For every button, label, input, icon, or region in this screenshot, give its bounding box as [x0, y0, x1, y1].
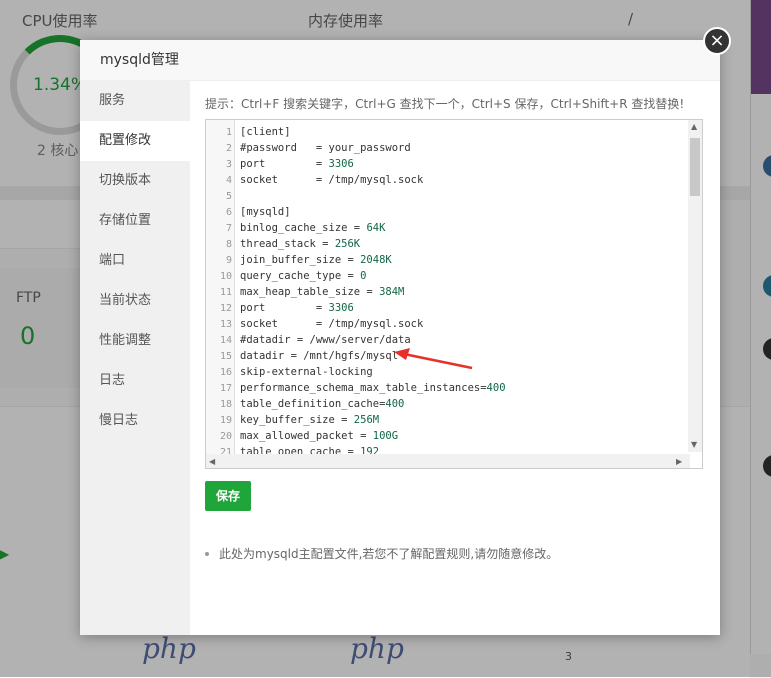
code-line[interactable]: 19 key_buffer_size = 256M	[206, 412, 686, 428]
code-text[interactable]: [client]	[240, 124, 291, 140]
code-line[interactable]: 3 port = 3306	[206, 156, 686, 172]
code-text[interactable]: port = 3306	[240, 300, 354, 316]
line-number: 1	[225, 127, 232, 138]
config-content: 提示：Ctrl+F 搜索关键字，Ctrl+G 查找下一个，Ctrl+S 保存，C…	[205, 81, 705, 561]
code-line[interactable]: 2 #password = your_password	[206, 140, 686, 156]
dialog-sidebar: 服务 配置修改 切换版本 存储位置 端口 当前状态 性能调整 日志 慢日志	[80, 81, 190, 635]
code-text[interactable]: [mysqld]	[240, 204, 291, 220]
code-line[interactable]: 4 socket = /tmp/mysql.sock	[206, 172, 686, 188]
code-text[interactable]: port = 3306	[240, 156, 354, 172]
code-text[interactable]: query_cache_type = 0	[240, 268, 366, 284]
code-text[interactable]: socket = /tmp/mysql.sock	[240, 172, 423, 188]
line-number: 17	[219, 383, 232, 394]
code-text[interactable]: max_allowed_packet = 100G	[240, 428, 398, 444]
line-number: 13	[219, 319, 232, 330]
code-text[interactable]: #password = your_password	[240, 140, 411, 156]
line-number: 12	[219, 303, 232, 314]
line-number: 14	[219, 335, 232, 346]
sidebar-item-port[interactable]: 端口	[80, 241, 190, 281]
code-line[interactable]: 18 table_definition_cache=400	[206, 396, 686, 412]
line-number: 2	[225, 143, 232, 154]
code-text[interactable]: table_definition_cache=400	[240, 396, 404, 412]
code-line[interactable]: 5	[206, 188, 686, 204]
line-number: 19	[219, 415, 232, 426]
scroll-right-icon[interactable]: ▶	[676, 457, 682, 466]
code-line[interactable]: 11 max_heap_table_size = 384M	[206, 284, 686, 300]
sidebar-item-storage-location[interactable]: 存储位置	[80, 201, 190, 241]
code-text[interactable]: skip-external-locking	[240, 364, 373, 380]
code-line[interactable]: 1 [client]	[206, 124, 686, 140]
line-number: 18	[219, 399, 232, 410]
scroll-down-icon[interactable]: ▼	[691, 440, 697, 449]
code-text[interactable]: datadir = /mnt/hgfs/mysql	[240, 348, 398, 364]
save-button[interactable]: 保存	[205, 481, 251, 511]
code-line[interactable]: 6 [mysqld]	[206, 204, 686, 220]
code-area[interactable]: 1 [client] 2 #password = your_password 3 port…	[206, 124, 686, 460]
line-number: 11	[219, 287, 232, 298]
sidebar-item-status[interactable]: 当前状态	[80, 281, 190, 321]
close-icon[interactable]: ×	[703, 27, 731, 55]
mysqld-manager-dialog: mysqld管理 服务 配置修改 切换版本 存储位置 端口 当前状态 性能调整 …	[80, 40, 720, 635]
scroll-up-icon[interactable]: ▲	[691, 122, 697, 131]
sidebar-item-switch-version[interactable]: 切换版本	[80, 161, 190, 201]
sidebar-item-log[interactable]: 日志	[80, 361, 190, 401]
line-number: 3	[225, 159, 232, 170]
code-text[interactable]: join_buffer_size = 2048K	[240, 252, 392, 268]
sidebar-item-slow-log[interactable]: 慢日志	[80, 401, 190, 441]
code-text[interactable]: #datadir = /www/server/data	[240, 332, 411, 348]
code-line[interactable]: 20 max_allowed_packet = 100G	[206, 428, 686, 444]
code-line[interactable]: 8 thread_stack = 256K	[206, 236, 686, 252]
line-number: 20	[219, 431, 232, 442]
config-note: 此处为mysqld主配置文件,若您不了解配置规则,请勿随意修改。	[205, 545, 558, 562]
code-line[interactable]: 12 port = 3306	[206, 300, 686, 316]
line-number: 8	[225, 239, 232, 250]
line-number: 4	[225, 175, 232, 186]
code-text[interactable]: binlog_cache_size = 64K	[240, 220, 385, 236]
dialog-title: mysqld管理	[80, 40, 720, 81]
code-line[interactable]: 10 query_cache_type = 0	[206, 268, 686, 284]
annotation-arrow-icon	[394, 348, 473, 370]
config-editor[interactable]: 1 [client] 2 #password = your_password 3 port…	[205, 119, 703, 469]
code-line[interactable]: 13 socket = /tmp/mysql.sock	[206, 316, 686, 332]
code-text[interactable]: socket = /tmp/mysql.sock	[240, 316, 423, 332]
line-number: 7	[225, 223, 232, 234]
code-line[interactable]: 17 performance_schema_max_table_instances…	[206, 380, 686, 396]
code-text[interactable]: performance_schema_max_table_instances=4…	[240, 380, 506, 396]
code-line[interactable]: 7 binlog_cache_size = 64K	[206, 220, 686, 236]
line-number: 10	[219, 271, 232, 282]
scroll-left-icon[interactable]: ◀	[209, 457, 215, 466]
bullet-icon	[205, 551, 209, 556]
code-text[interactable]: max_heap_table_size = 384M	[240, 284, 404, 300]
note-text: 此处为mysqld主配置文件,若您不了解配置规则,请勿随意修改。	[219, 547, 559, 561]
scrollbar-thumb[interactable]	[690, 138, 700, 196]
code-line[interactable]: 9 join_buffer_size = 2048K	[206, 252, 686, 268]
horizontal-scrollbar[interactable]: ◀ ▶	[206, 454, 690, 468]
sidebar-item-service[interactable]: 服务	[80, 81, 190, 121]
line-number: 15	[219, 351, 232, 362]
sidebar-item-performance[interactable]: 性能调整	[80, 321, 190, 361]
code-text[interactable]: key_buffer_size = 256M	[240, 412, 379, 428]
line-number: 16	[219, 367, 232, 378]
vertical-scrollbar[interactable]: ▲ ▼	[688, 120, 702, 452]
line-number: 6	[225, 207, 232, 218]
line-number: 5	[225, 191, 232, 202]
code-text[interactable]: thread_stack = 256K	[240, 236, 360, 252]
sidebar-item-config[interactable]: 配置修改	[80, 121, 190, 161]
shortcut-hint: 提示：Ctrl+F 搜索关键字，Ctrl+G 查找下一个，Ctrl+S 保存，C…	[205, 97, 685, 111]
line-number: 9	[225, 255, 232, 266]
